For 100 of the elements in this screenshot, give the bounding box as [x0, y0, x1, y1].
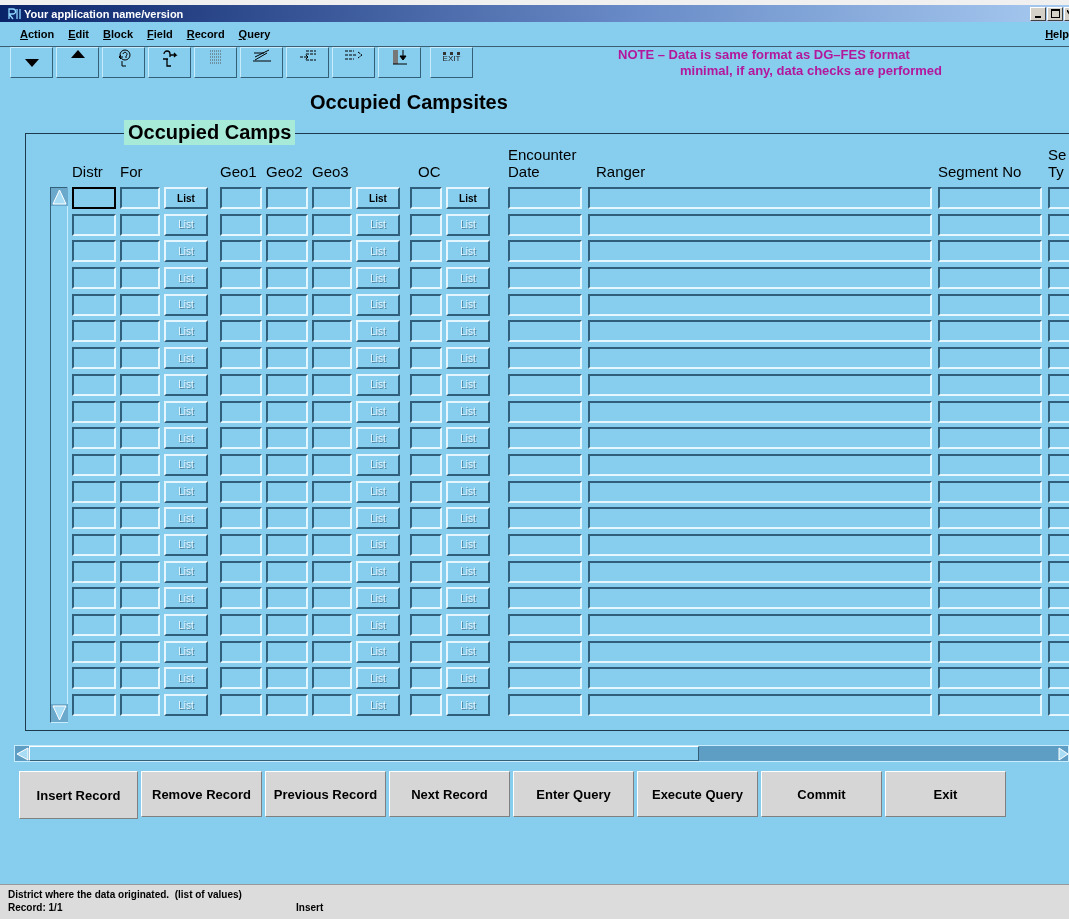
input-field[interactable] [1048, 347, 1069, 370]
action-button[interactable]: Next Record [389, 771, 510, 817]
action-button[interactable]: Enter Query [513, 771, 634, 817]
input-field[interactable] [508, 347, 582, 370]
input-field[interactable] [312, 694, 352, 717]
input-field[interactable] [120, 213, 160, 236]
input-field[interactable] [588, 640, 932, 663]
input-field[interactable] [410, 480, 442, 503]
input-field[interactable] [312, 400, 352, 423]
input-field[interactable] [266, 453, 308, 476]
toolbar-insert-button[interactable] [286, 47, 329, 78]
input-field[interactable] [120, 640, 160, 663]
input-field[interactable] [938, 267, 1042, 290]
input-field[interactable] [1048, 507, 1069, 530]
input-field[interactable] [1048, 694, 1069, 717]
input-field[interactable] [410, 267, 442, 290]
input-field[interactable] [588, 240, 932, 263]
input-field[interactable] [938, 507, 1042, 530]
input-field[interactable] [220, 373, 262, 396]
input-field[interactable] [266, 694, 308, 717]
input-field[interactable] [410, 507, 442, 530]
input-field[interactable] [508, 694, 582, 717]
toolbar-up-button[interactable] [56, 47, 99, 78]
input-field[interactable] [1048, 373, 1069, 396]
toolbar-exit-button[interactable]: EXIT [430, 47, 473, 78]
input-field[interactable] [1048, 427, 1069, 450]
input-field[interactable] [508, 507, 582, 530]
list-button[interactable]: List [356, 187, 400, 209]
input-field[interactable] [220, 694, 262, 717]
input-field[interactable] [410, 213, 442, 236]
input-field[interactable] [312, 640, 352, 663]
input-field[interactable] [938, 427, 1042, 450]
menu-item[interactable]: Field [147, 28, 173, 40]
input-field[interactable] [312, 267, 352, 290]
input-field[interactable] [312, 213, 352, 236]
input-field[interactable] [1048, 587, 1069, 610]
input-field[interactable] [938, 373, 1042, 396]
input-field[interactable] [508, 187, 582, 209]
input-field[interactable] [220, 187, 262, 209]
input-field[interactable] [312, 293, 352, 316]
input-field[interactable] [1048, 293, 1069, 316]
input-field[interactable] [1048, 480, 1069, 503]
input-field[interactable] [220, 614, 262, 636]
input-field[interactable] [410, 347, 442, 370]
input-field[interactable] [410, 453, 442, 476]
input-field[interactable] [938, 453, 1042, 476]
input-field[interactable] [938, 667, 1042, 690]
toolbar-down-button[interactable] [10, 47, 53, 78]
input-field[interactable] [266, 507, 308, 530]
input-field[interactable] [1048, 400, 1069, 423]
input-field[interactable] [312, 373, 352, 396]
input-field[interactable] [312, 320, 352, 343]
input-field[interactable] [410, 640, 442, 663]
input-field[interactable] [72, 187, 116, 209]
input-field[interactable] [120, 560, 160, 583]
input-field[interactable] [410, 187, 442, 209]
menu-item[interactable]: Record [186, 28, 225, 40]
input-field[interactable] [312, 347, 352, 370]
input-field[interactable] [1048, 320, 1069, 343]
action-button[interactable]: Commit [761, 771, 882, 817]
input-field[interactable] [220, 533, 262, 556]
input-field[interactable] [508, 320, 582, 343]
input-field[interactable] [938, 187, 1042, 209]
input-field[interactable] [508, 213, 582, 236]
input-field[interactable] [410, 293, 442, 316]
input-field[interactable] [938, 614, 1042, 636]
input-field[interactable] [120, 533, 160, 556]
menu-item[interactable]: Action [20, 28, 55, 40]
input-field[interactable] [312, 427, 352, 450]
input-field[interactable] [120, 480, 160, 503]
input-field[interactable] [588, 347, 932, 370]
input-field[interactable] [312, 667, 352, 690]
input-field[interactable] [410, 587, 442, 610]
input-field[interactable] [508, 400, 582, 423]
input-field[interactable] [508, 560, 582, 583]
menu-item[interactable]: Edit [68, 28, 90, 40]
horizontal-scrollbar[interactable] [14, 745, 1069, 762]
input-field[interactable] [938, 640, 1042, 663]
input-field[interactable] [588, 320, 932, 343]
input-field[interactable] [220, 320, 262, 343]
input-field[interactable] [120, 267, 160, 290]
input-field[interactable] [266, 267, 308, 290]
input-field[interactable] [312, 507, 352, 530]
input-field[interactable] [120, 587, 160, 610]
input-field[interactable] [266, 533, 308, 556]
toolbar-execute-button[interactable] [148, 47, 191, 78]
input-field[interactable] [1048, 667, 1069, 690]
input-field[interactable] [120, 614, 160, 636]
input-field[interactable] [938, 320, 1042, 343]
input-field[interactable] [508, 427, 582, 450]
input-field[interactable] [508, 587, 582, 610]
input-field[interactable] [266, 240, 308, 263]
input-field[interactable] [410, 614, 442, 636]
input-field[interactable] [1048, 640, 1069, 663]
action-button[interactable]: Insert Record [19, 771, 138, 819]
input-field[interactable] [410, 373, 442, 396]
input-field[interactable] [266, 480, 308, 503]
list-button[interactable]: List [164, 187, 208, 209]
action-button[interactable]: Previous Record [265, 771, 386, 817]
input-field[interactable] [220, 293, 262, 316]
